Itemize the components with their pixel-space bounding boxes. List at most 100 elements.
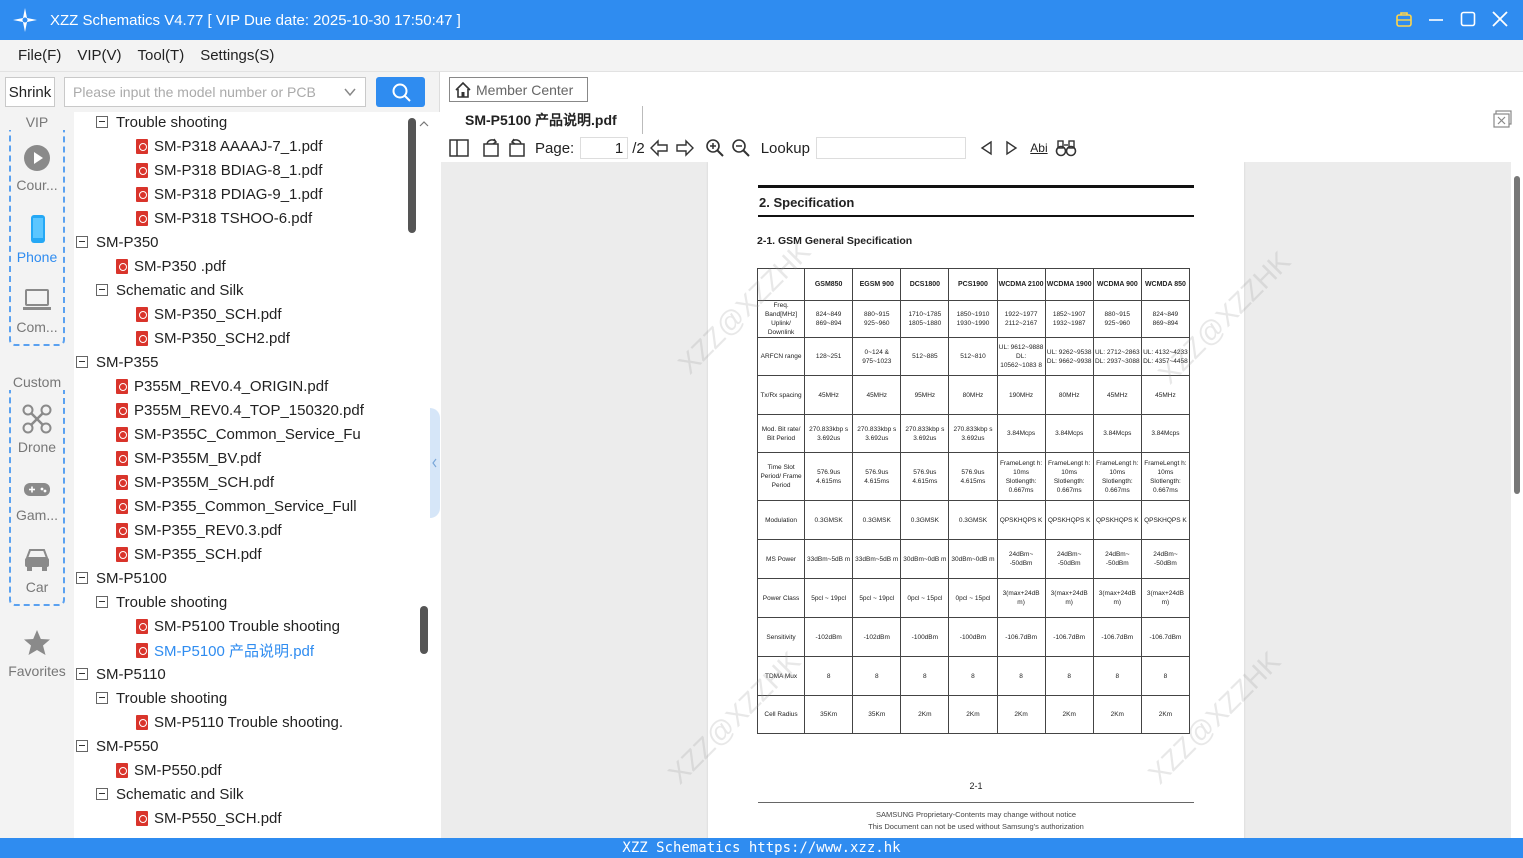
menu-tool[interactable]: Tool(T) xyxy=(130,47,193,64)
collapse-toggle-icon[interactable] xyxy=(76,356,88,368)
tree-folder[interactable]: Trouble shooting xyxy=(96,686,227,710)
nav-car[interactable]: Car xyxy=(0,546,74,595)
spec-cell: 3(max+24dB m) xyxy=(1140,578,1191,618)
menu-vip[interactable]: VIP(V) xyxy=(69,47,129,64)
tree-file[interactable]: SM-P318 TSHOO-6.pdf xyxy=(136,206,312,230)
spec-cell: 1710~1785 1805~1880 xyxy=(900,300,950,338)
tree-folder[interactable]: SM-P355 xyxy=(76,350,159,374)
tab-active-document[interactable]: SM-P5100 产品说明.pdf xyxy=(441,106,643,134)
spec-cell: -102dBm xyxy=(852,617,902,657)
tree-file[interactable]: P355M_REV0.4_ORIGIN.pdf xyxy=(116,374,328,398)
tree-folder[interactable]: SM-P5100 xyxy=(76,566,167,590)
collapse-toggle-icon[interactable] xyxy=(76,740,88,752)
tree-file[interactable]: SM-P355_Common_Service_Full xyxy=(116,494,357,518)
tree-file[interactable]: SM-P355_SCH.pdf xyxy=(116,542,262,566)
sidebar-toggle-icon[interactable] xyxy=(447,136,471,160)
tree-file[interactable]: SM-P5100 Trouble shooting xyxy=(136,614,340,638)
tree-folder[interactable]: Trouble shooting xyxy=(96,590,227,614)
nav-phone[interactable]: Phone xyxy=(0,214,74,265)
collapse-toggle-icon[interactable] xyxy=(76,236,88,248)
tree-folder[interactable]: Schematic and Silk xyxy=(96,278,244,302)
minimize-button[interactable] xyxy=(1425,8,1447,30)
collapse-toggle-icon[interactable] xyxy=(96,596,108,608)
tree-file[interactable]: SM-P355C_Common_Service_Fu xyxy=(116,422,361,446)
collapse-toggle-icon[interactable] xyxy=(96,284,108,296)
model-search-input[interactable]: Please input the model number or PCB xyxy=(64,77,366,107)
tree-item-label: SM-P550 xyxy=(96,737,159,755)
search-icon xyxy=(392,83,411,102)
nav-course[interactable]: Cour... xyxy=(0,144,74,193)
viewer-scrollbar[interactable] xyxy=(1511,162,1523,838)
tree-item-label: Trouble shooting xyxy=(116,689,228,707)
tree-file[interactable]: SM-P318 PDIAG-9_1.pdf xyxy=(136,182,322,206)
menu-bar: File(F) VIP(V) Tool(T) Settings(S) xyxy=(0,40,1523,72)
viewer-scroll-thumb[interactable] xyxy=(1514,176,1520,494)
search-button[interactable] xyxy=(376,77,425,107)
tree-file[interactable]: SM-P318 AAAAJ-7_1.pdf xyxy=(136,134,322,158)
chevron-down-icon[interactable] xyxy=(343,85,357,102)
nav-computer[interactable]: Com... xyxy=(0,286,74,335)
pdf-file-icon xyxy=(136,642,148,658)
pdf-toolbar: Page: 1 /2 Lookup Abi xyxy=(441,134,1523,162)
search-bar: Shrink Please input the model number or … xyxy=(0,72,440,112)
match-case-icon[interactable]: Abi xyxy=(1026,136,1052,160)
nav-drone[interactable]: Drone xyxy=(0,404,74,455)
menu-file[interactable]: File(F) xyxy=(10,47,69,64)
scroll-up-arrow-icon[interactable] xyxy=(418,114,430,133)
tree-folder[interactable]: Schematic and Silk xyxy=(96,782,244,806)
spec-cell: -100dBm xyxy=(900,617,950,657)
prev-page-arrow-icon[interactable] xyxy=(647,136,671,160)
tree-folder[interactable]: SM-P350 xyxy=(76,230,159,254)
nav-favorites[interactable]: Favorites xyxy=(0,628,74,679)
binoculars-icon[interactable] xyxy=(1054,136,1078,160)
page-number-input[interactable]: 1 xyxy=(580,137,629,159)
tree-file[interactable]: SM-P355_REV0.3.pdf xyxy=(116,518,282,542)
tree-file[interactable]: SM-P550.pdf xyxy=(116,758,222,782)
spec-cell: 3(max+24dB m) xyxy=(996,578,1046,618)
collapse-toggle-icon[interactable] xyxy=(96,788,108,800)
tree-item-label: SM-P5110 xyxy=(96,665,166,683)
tree-file[interactable]: SM-P350_SCH2.pdf xyxy=(136,326,290,350)
tree-file[interactable]: SM-P350 .pdf xyxy=(116,254,226,278)
collapse-panel-handle[interactable] xyxy=(430,408,440,518)
maximize-button[interactable] xyxy=(1457,8,1479,30)
member-center-button[interactable]: Member Center xyxy=(449,77,588,102)
close-button[interactable] xyxy=(1489,8,1511,30)
tree-file[interactable]: P355M_REV0.4_TOP_150320.pdf xyxy=(116,398,364,422)
find-prev-icon[interactable] xyxy=(974,136,998,160)
zoom-out-icon[interactable] xyxy=(729,136,753,160)
find-next-icon[interactable] xyxy=(1000,136,1024,160)
document-viewer[interactable]: 2. Specification 2-1. GSM General Specif… xyxy=(441,162,1523,838)
lookup-input[interactable] xyxy=(815,137,966,159)
collapse-toggle-icon[interactable] xyxy=(76,668,88,680)
zoom-in-icon[interactable] xyxy=(703,136,727,160)
tree-item-label: SM-P550_SCH.pdf xyxy=(154,809,282,827)
rotate-left-icon[interactable] xyxy=(479,136,503,160)
tree-file[interactable]: SM-P5110 Trouble shooting. xyxy=(136,710,343,734)
tree-file[interactable]: SM-P5100 产品说明.pdf xyxy=(136,638,314,662)
tree-item-label: SM-P5100 产品说明.pdf xyxy=(154,642,315,660)
collapse-toggle-icon[interactable] xyxy=(96,116,108,128)
vip-badge-icon[interactable] xyxy=(1393,8,1415,30)
tree-item-label: SM-P5100 xyxy=(96,569,167,587)
next-page-arrow-icon[interactable] xyxy=(673,136,697,160)
tree-file[interactable]: SM-P355M_SCH.pdf xyxy=(116,470,274,494)
tree-folder[interactable]: SM-P5110 xyxy=(76,662,166,686)
collapse-toggle-icon[interactable] xyxy=(96,692,108,704)
rotate-right-icon[interactable] xyxy=(505,136,529,160)
tree-file[interactable]: SM-P550_SCH.pdf xyxy=(136,806,282,830)
tree-file[interactable]: SM-P350_SCH.pdf xyxy=(136,302,282,326)
tree-scroll-thumb-secondary[interactable] xyxy=(420,606,428,654)
shrink-button[interactable]: Shrink xyxy=(5,77,55,107)
tree-item-label: SM-P318 TSHOO-6.pdf xyxy=(154,209,313,227)
tree-file[interactable]: SM-P355M_BV.pdf xyxy=(116,446,261,470)
tree-folder[interactable]: Trouble shooting xyxy=(96,112,227,134)
tree-folder[interactable]: SM-P550 xyxy=(76,734,159,758)
collapse-toggle-icon[interactable] xyxy=(76,572,88,584)
nav-game[interactable]: Gam... xyxy=(0,478,74,523)
close-tabs-icon[interactable] xyxy=(1493,110,1513,128)
tree-file[interactable]: SM-P318 BDIAG-8_1.pdf xyxy=(136,158,322,182)
tree-scroll-thumb[interactable] xyxy=(408,118,416,233)
spec-cell: 8 xyxy=(1140,656,1191,696)
menu-settings[interactable]: Settings(S) xyxy=(192,47,282,64)
